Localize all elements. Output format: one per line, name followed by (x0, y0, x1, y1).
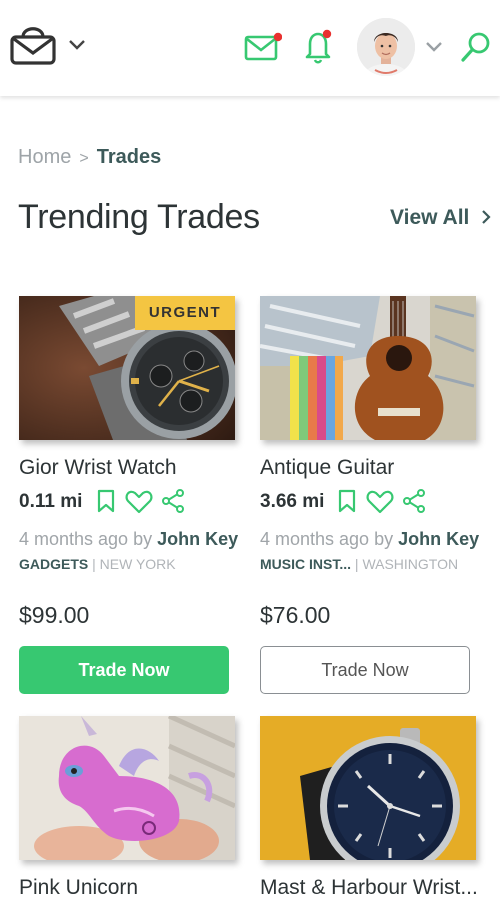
mast-watch-photo (260, 716, 476, 860)
price: $99.00 (19, 602, 90, 628)
trade-card: Mast & Harbour Wrist... (260, 716, 500, 900)
card-title[interactable]: Antique Guitar (260, 456, 394, 480)
trade-card: Pink Unicorn (19, 716, 237, 900)
card-title[interactable]: Mast & Harbour Wrist... (260, 876, 478, 900)
location-tag: NEW YORK (99, 556, 176, 572)
distance: 3.66 mi (260, 491, 325, 512)
bell-icon[interactable] (304, 28, 334, 64)
trade-card: URGENT Gior Wrist Watch 0.11 mi 4 months… (19, 296, 238, 696)
chevron-right-icon (482, 210, 491, 224)
mail-icon[interactable] (244, 32, 282, 62)
product-image[interactable] (260, 296, 476, 440)
heart-icon[interactable] (125, 490, 153, 514)
trade-now-button[interactable]: Trade Now (19, 646, 229, 694)
urgent-badge: URGENT (135, 296, 235, 330)
category-tag[interactable]: MUSIC INST... (260, 556, 351, 572)
card-tags: MUSIC INST... | WASHINGTON (260, 556, 458, 572)
tag-separator: | (88, 556, 100, 572)
view-all-link[interactable]: View All (390, 206, 491, 230)
posted-info: 4 months ago by John Key (260, 529, 479, 550)
breadcrumb: Home > Trades (18, 144, 161, 170)
tag-separator: | (351, 556, 363, 572)
search-icon[interactable] (460, 30, 492, 64)
product-image[interactable] (19, 716, 235, 860)
view-all-label: View All (390, 206, 470, 229)
author-link[interactable]: John Key (157, 529, 238, 549)
card-meta-row: 0.11 mi (19, 489, 237, 515)
share-icon[interactable] (402, 489, 426, 513)
card-tags: GADGETS | NEW YORK (19, 556, 176, 572)
product-image[interactable]: URGENT (19, 296, 235, 440)
posted-text: 4 months ago by (19, 529, 158, 549)
posted-info: 4 months ago by John Key (19, 529, 238, 550)
price: $76.00 (260, 602, 331, 628)
breadcrumb-current: Trades (96, 146, 162, 168)
distance: 0.11 mi (19, 491, 83, 512)
breadcrumb-separator: > (79, 150, 89, 167)
posted-text: 4 months ago by (260, 529, 399, 549)
guitar-photo (260, 296, 476, 440)
card-meta-row: 3.66 mi (260, 489, 478, 515)
card-title[interactable]: Pink Unicorn (19, 876, 138, 900)
trade-now-button[interactable]: Trade Now (260, 646, 470, 694)
product-image[interactable] (260, 716, 476, 860)
card-title[interactable]: Gior Wrist Watch (19, 456, 177, 480)
author-link[interactable]: John Key (398, 529, 479, 549)
section-title: Trending Trades (18, 198, 260, 236)
heart-icon[interactable] (366, 490, 394, 514)
chevron-down-icon[interactable] (425, 40, 443, 54)
top-app-bar (0, 0, 500, 96)
trade-card: Antique Guitar 3.66 mi 4 months ago by J… (260, 296, 479, 696)
chevron-down-icon[interactable] (68, 38, 86, 52)
user-avatar-image (357, 18, 415, 76)
breadcrumb-home[interactable]: Home (18, 146, 71, 168)
share-icon[interactable] (161, 489, 185, 513)
avatar[interactable] (357, 18, 415, 76)
bookmark-icon[interactable] (338, 489, 356, 513)
category-tag[interactable]: GADGETS (19, 556, 88, 572)
unicorn-photo (19, 716, 235, 860)
location-tag: WASHINGTON (362, 556, 459, 572)
shopping-bag-icon[interactable] (10, 22, 56, 66)
bookmark-icon[interactable] (97, 489, 115, 513)
